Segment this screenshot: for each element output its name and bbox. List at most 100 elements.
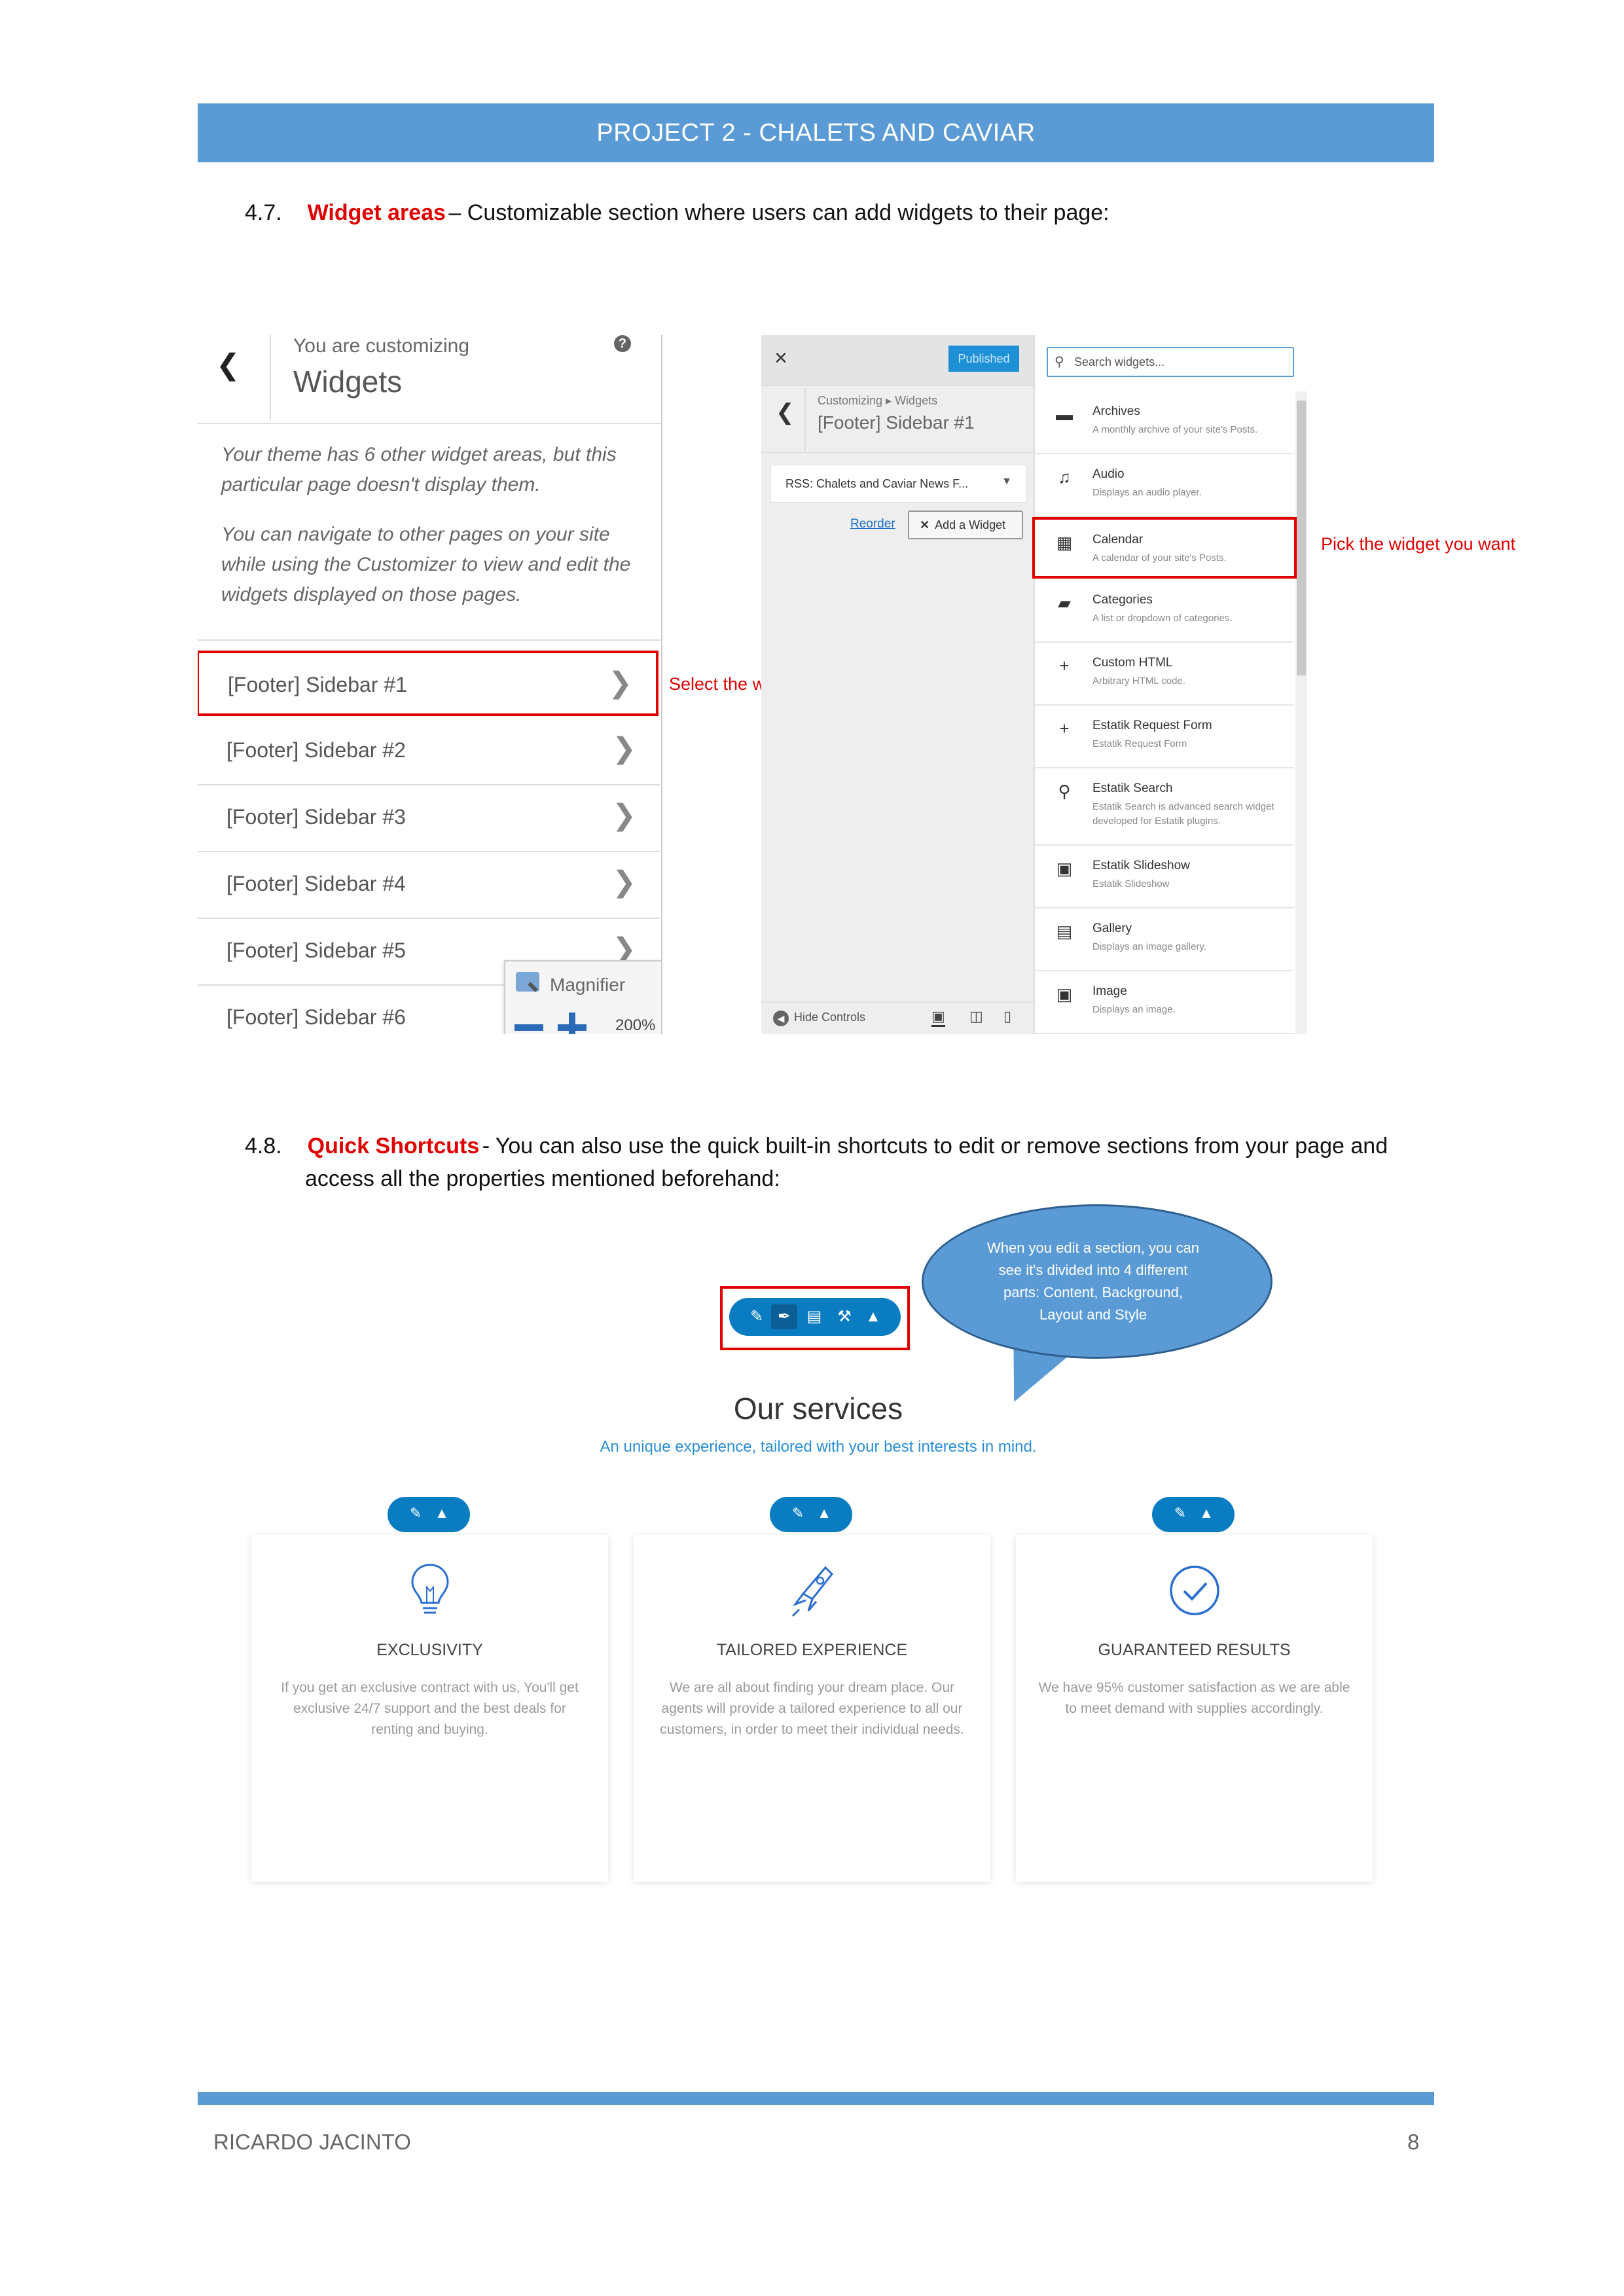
chevron-right-icon: ❯: [612, 866, 636, 898]
plus-icon: +: [1059, 719, 1070, 738]
pencil-icon[interactable]: ✎: [788, 1505, 808, 1522]
archive-icon: ▬: [1056, 404, 1073, 424]
divider: [198, 423, 662, 424]
pencil-icon[interactable]: ✎: [406, 1505, 425, 1522]
widget-desc: Estatik Search is advanced search widget…: [1092, 801, 1274, 827]
widget-list-pane: ⚲ Search widgets... ▬ Archives A monthly…: [1032, 335, 1308, 1034]
scrollbar-thumb[interactable]: [1297, 401, 1306, 675]
widget-item-archives[interactable]: ▬ Archives A monthly archive of your sit…: [1035, 391, 1294, 454]
widget-item-calendar[interactable]: ▦ Calendar A calendar of your site's Pos…: [1032, 517, 1297, 579]
sidebar-item-footer-1[interactable]: [Footer] Sidebar #1 ❯: [198, 651, 659, 716]
widget-desc: A list or dropdown of categories.: [1092, 613, 1233, 624]
magnifier-icon: [516, 972, 539, 992]
card-title: TAILORED EXPERIENCE: [716, 1641, 908, 1659]
widget-desc: Arbitrary HTML code.: [1092, 675, 1185, 687]
section-text: – Customizable section where users can a…: [448, 200, 1110, 225]
rss-widget-item[interactable]: RSS: Chalets and Caviar News F... ▼: [770, 465, 1027, 503]
customizer-title: Widgets: [293, 365, 403, 399]
mobile-preview-icon[interactable]: ▯: [1003, 1008, 1011, 1025]
card-body: We have 95% customer satisfaction as we …: [1038, 1680, 1350, 1716]
trash-icon[interactable]: ▲: [432, 1505, 452, 1522]
widget-title: Audio: [1092, 467, 1125, 481]
customizer-left-pane: × Published ❮ Customizing ▸ Widgets [Foo…: [761, 335, 1034, 1034]
area-title: [Footer] Sidebar #1: [818, 412, 975, 433]
sidebar-item-label: [Footer] Sidebar #6: [226, 1005, 406, 1029]
trash-icon[interactable]: ▲: [860, 1304, 886, 1329]
collapse-icon[interactable]: ◀: [773, 1011, 789, 1026]
card-title: EXCLUSIVITY: [376, 1641, 483, 1659]
help-icon[interactable]: ?: [614, 335, 631, 352]
trash-icon[interactable]: ▲: [814, 1505, 834, 1522]
service-card-exclusivity: EXCLUSIVITY If you get an exclusive cont…: [251, 1535, 608, 1882]
gallery-icon: ▤: [1056, 922, 1073, 941]
widget-item-custom-html[interactable]: + Custom HTML Arbitrary HTML code.: [1035, 643, 1294, 706]
close-icon: ✕: [920, 518, 930, 531]
sidebar-item-label: [Footer] Sidebar #5: [226, 939, 406, 962]
magnifier-window[interactable]: Magnifier 200%: [504, 960, 662, 1034]
widget-title: Calendar: [1092, 533, 1144, 547]
widget-title: Estatik Slideshow: [1092, 859, 1190, 872]
trash-icon[interactable]: ▲: [1197, 1505, 1216, 1522]
lightbulb-icon: [251, 1561, 608, 1623]
add-widget-button[interactable]: ✕ Add a Widget: [908, 511, 1023, 539]
check-circle-icon: [1016, 1561, 1373, 1623]
section-shortcut-toolbar: ✎ ✒ ▤ ⚒ ▲: [729, 1298, 901, 1336]
footer-author: RICARDO JACINTO: [213, 2130, 411, 2154]
back-chevron-icon[interactable]: ❮: [216, 348, 240, 382]
reorder-link[interactable]: Reorder: [850, 517, 895, 531]
image-icon: ▣: [1056, 859, 1073, 878]
close-icon[interactable]: ×: [774, 346, 787, 371]
divider: [761, 452, 1034, 453]
desktop-preview-icon[interactable]: ▣: [931, 1008, 945, 1027]
zoom-in-icon[interactable]: [569, 1013, 575, 1034]
widget-item-image[interactable]: ▣ Image Displays an image.: [1035, 971, 1294, 1034]
layout-icon[interactable]: ▤: [801, 1304, 827, 1329]
sidebar-item-footer-2[interactable]: [Footer] Sidebar #2 ❯: [198, 719, 660, 785]
section-number: 4.8.: [245, 1134, 282, 1158]
widget-desc: A calendar of your site's Posts.: [1092, 552, 1227, 564]
widget-item-gallery[interactable]: ▤ Gallery Displays an image gallery.: [1035, 908, 1294, 971]
hide-controls-button[interactable]: Hide Controls: [794, 1011, 865, 1024]
divider: [198, 639, 662, 641]
breadcrumb: Customizing ▸ Widgets: [818, 394, 938, 407]
services-title: Our services: [733, 1391, 903, 1426]
sidebar-item-footer-4[interactable]: [Footer] Sidebar #4 ❯: [198, 852, 660, 919]
brush-icon[interactable]: ✒: [771, 1304, 797, 1329]
widget-desc: Displays an image gallery.: [1092, 941, 1206, 952]
sidebar-item-label: [Footer] Sidebar #2: [226, 738, 406, 762]
section-title: Quick Shortcuts: [307, 1134, 480, 1158]
service-card-guaranteed: GUARANTEED RESULTS We have 95% customer …: [1016, 1535, 1373, 1882]
sidebar-item-label: [Footer] Sidebar #1: [228, 673, 407, 696]
widget-desc: Displays an audio player.: [1092, 487, 1202, 498]
divider: [270, 335, 271, 420]
widget-item-estatik-request-form[interactable]: + Estatik Request Form Estatik Request F…: [1035, 706, 1294, 768]
widget-title: Estatik Search: [1092, 781, 1173, 795]
section-48-heading: 4.8. Quick Shortcuts - You can also use …: [245, 1134, 1436, 1159]
widget-item-categories[interactable]: ▰ Categories A list or dropdown of categ…: [1035, 580, 1294, 643]
footer-bar: [198, 2092, 1434, 2105]
section-47-heading: 4.7. Widget areas – Customizable section…: [245, 200, 1110, 226]
speech-bubble-text: When you edit a section, you can see it'…: [986, 1240, 1200, 1323]
search-widgets-input[interactable]: ⚲ Search widgets...: [1047, 347, 1294, 377]
card-shortcut-toolbar: ✎ ▲: [388, 1497, 470, 1532]
widget-item-estatik-slideshow[interactable]: ▣ Estatik Slideshow Estatik Slideshow: [1035, 846, 1294, 908]
wrench-icon[interactable]: ⚒: [831, 1304, 857, 1329]
page-number: 8: [1407, 2130, 1420, 2154]
customizer-footer: ◀ Hide Controls ▣ ◫ ▯: [761, 1001, 1034, 1034]
widget-item-audio[interactable]: ♫ Audio Displays an audio player.: [1035, 454, 1294, 517]
widget-item-estatik-search[interactable]: ⚲ Estatik Search Estatik Search is advan…: [1035, 768, 1294, 846]
customizer-topbar: × Published: [761, 335, 1034, 386]
zoom-out-icon[interactable]: [514, 1024, 543, 1031]
back-chevron-icon[interactable]: ❮: [776, 399, 795, 425]
widget-title: Custom HTML: [1092, 656, 1173, 670]
services-subtitle: An unique experience, tailored with your…: [600, 1438, 1037, 1456]
widget-desc: Displays an image.: [1092, 1004, 1176, 1015]
published-button[interactable]: Published: [948, 346, 1019, 372]
sidebar-item-footer-3[interactable]: [Footer] Sidebar #3 ❯: [198, 785, 660, 852]
chevron-right-icon: ❯: [612, 732, 636, 764]
pencil-icon[interactable]: ✎: [1170, 1505, 1190, 1522]
pencil-icon[interactable]: ✎: [744, 1304, 770, 1329]
tablet-preview-icon[interactable]: ◫: [969, 1008, 983, 1025]
folder-icon: ▰: [1058, 593, 1071, 613]
widget-title: Categories: [1092, 593, 1153, 607]
